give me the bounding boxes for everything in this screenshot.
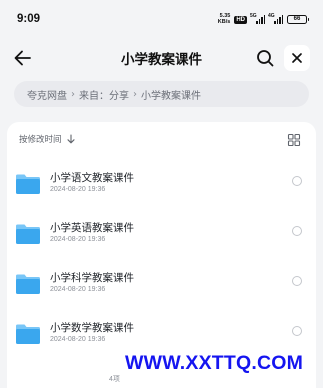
search-icon bbox=[257, 50, 274, 67]
select-radio[interactable] bbox=[292, 226, 302, 236]
breadcrumb: 夸克网盘 › 来自：分享 › 小学教案课件 bbox=[14, 81, 309, 107]
list-item[interactable]: 小学科学教案课件 2024-08-20 19:36 bbox=[7, 270, 316, 310]
status-icons: 5.35 KB/s HD 5G 4G 66 bbox=[217, 13, 309, 25]
file-name: 小学科学教案课件 bbox=[50, 272, 134, 284]
battery-icon: 66 bbox=[287, 15, 309, 24]
folder-icon bbox=[16, 224, 40, 244]
file-list: 按修改时间 小学语文教案课件 2024-08-20 19:36 小学英语教案课件… bbox=[7, 122, 316, 388]
list-item[interactable]: 小学语文教案课件 2024-08-20 19:36 bbox=[7, 170, 316, 210]
network-speed: 5.35 KB/s bbox=[217, 13, 231, 25]
header-bar: 小学教案课件 bbox=[0, 40, 323, 76]
hd-badge: HD bbox=[234, 15, 247, 24]
breadcrumb-separator: › bbox=[71, 88, 75, 100]
folder-icon bbox=[16, 174, 40, 194]
file-name: 小学英语教案课件 bbox=[50, 222, 134, 234]
select-radio[interactable] bbox=[292, 326, 302, 336]
file-date: 2024-08-20 19:36 bbox=[50, 286, 106, 293]
breadcrumb-separator: › bbox=[133, 88, 137, 100]
status-bar: 9:09 5.35 KB/s HD 5G 4G 66 bbox=[0, 0, 323, 40]
signal-4g-label: 4G bbox=[268, 13, 275, 19]
file-name: 小学语文教案课件 bbox=[50, 172, 134, 184]
folder-icon bbox=[16, 324, 40, 344]
signal-4g-icon: 4G bbox=[268, 13, 283, 24]
grid-view-icon bbox=[287, 133, 301, 147]
search-button[interactable] bbox=[254, 47, 276, 69]
battery-level: 66 bbox=[293, 16, 301, 22]
arrow-down-icon bbox=[66, 134, 75, 144]
file-date: 2024-08-20 19:36 bbox=[50, 186, 106, 193]
select-radio[interactable] bbox=[292, 276, 302, 286]
sort-button[interactable]: 按修改时间 bbox=[19, 132, 75, 146]
breadcrumb-from[interactable]: 来自：分享 bbox=[79, 87, 129, 102]
view-toggle-button[interactable] bbox=[287, 132, 301, 147]
status-time: 9:09 bbox=[17, 13, 41, 25]
breadcrumb-current: 小学教案课件 bbox=[141, 90, 201, 102]
file-name: 小学数学教案课件 bbox=[50, 322, 134, 334]
network-speed-unit: KB/s bbox=[217, 18, 231, 25]
select-radio[interactable] bbox=[292, 176, 302, 186]
close-icon bbox=[292, 53, 302, 63]
item-count: 4项 bbox=[109, 376, 120, 383]
breadcrumb-root[interactable]: 夸克网盘 bbox=[27, 87, 67, 102]
watermark: WWW.XXTTQ.COM bbox=[125, 352, 304, 374]
signal-5g-label: 5G bbox=[250, 13, 257, 19]
folder-icon bbox=[16, 274, 40, 294]
close-button[interactable] bbox=[284, 45, 310, 71]
sort-label: 按修改时间 bbox=[19, 135, 62, 145]
file-date: 2024-08-20 19:36 bbox=[50, 236, 106, 243]
file-date: 2024-08-20 19:36 bbox=[50, 336, 106, 343]
list-item[interactable]: 小学英语教案课件 2024-08-20 19:36 bbox=[7, 220, 316, 260]
signal-5g-icon: 5G bbox=[250, 13, 265, 24]
